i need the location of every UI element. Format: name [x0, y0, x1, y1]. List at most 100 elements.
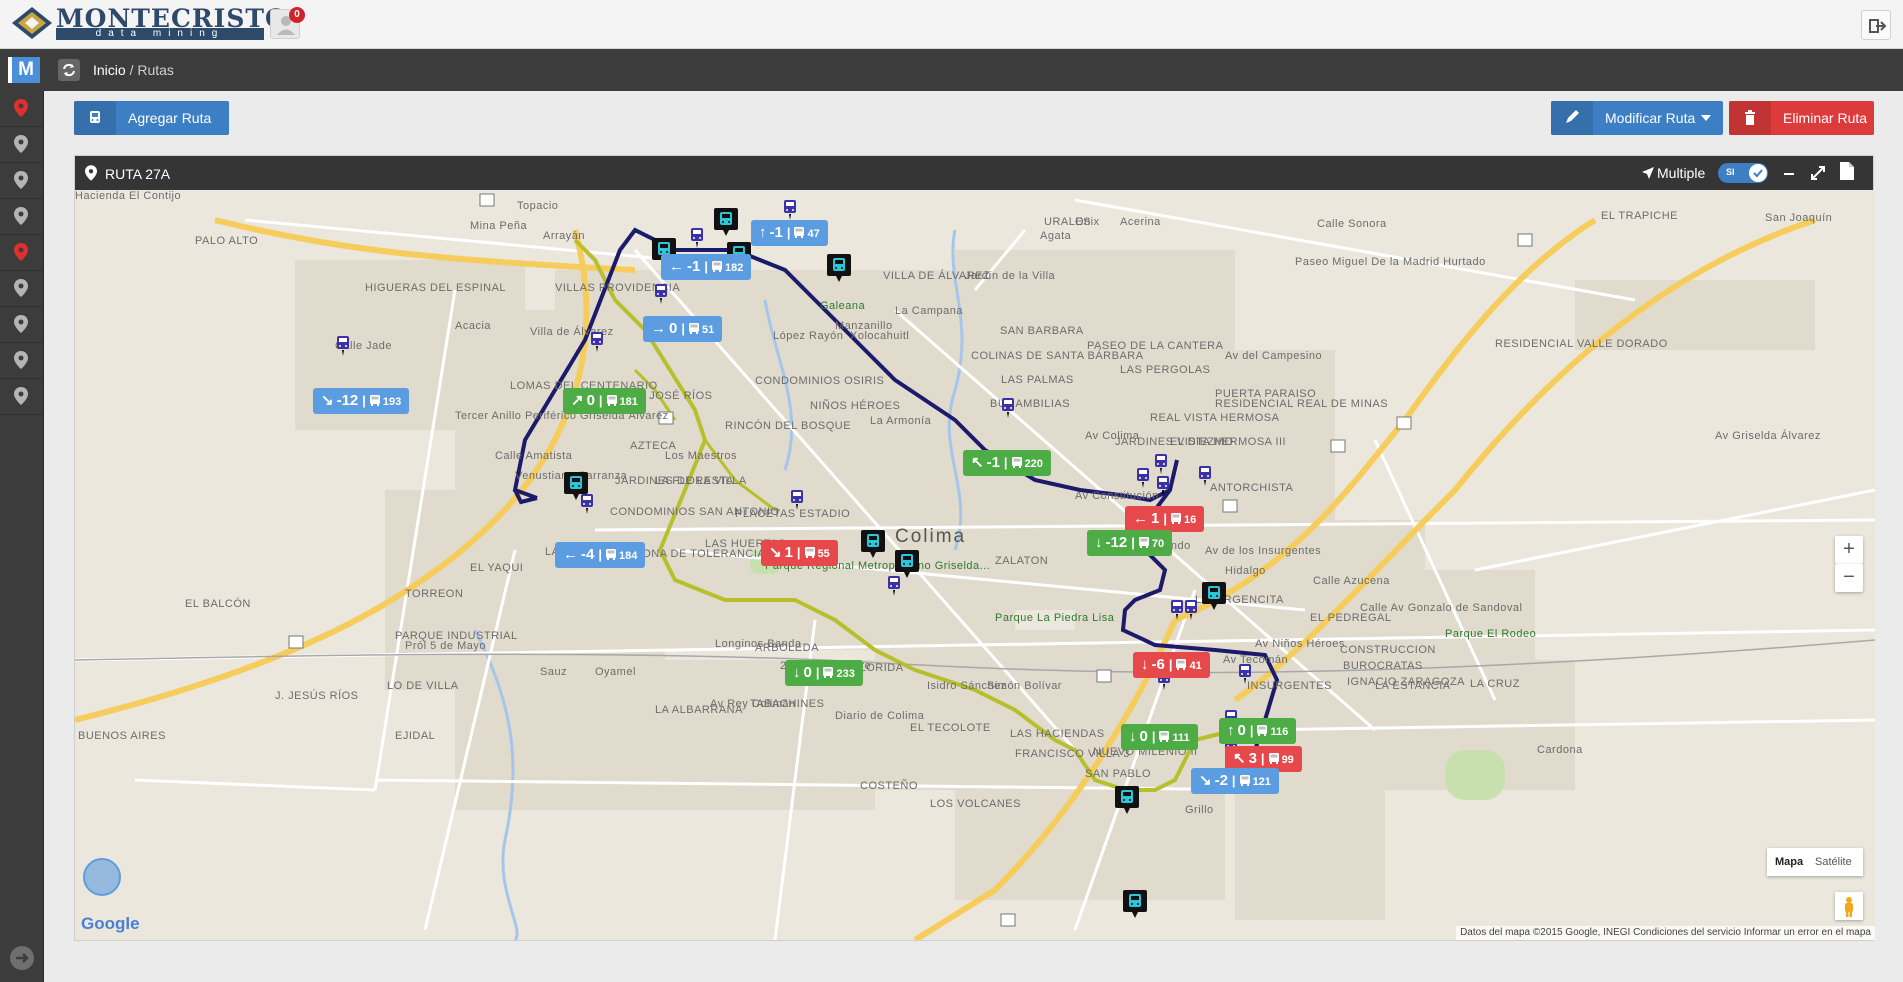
modify-route-button[interactable]: Modificar Ruta [1551, 101, 1723, 135]
sidebar-item-6[interactable] [0, 271, 44, 307]
map-place-label: Av Rey Colimán [710, 698, 796, 710]
direction-arrow-icon: ↘ [1199, 772, 1212, 789]
sidebar-item-2[interactable] [0, 127, 44, 163]
route-stop-tag[interactable]: ↓ -6 | 41 [1133, 652, 1210, 678]
logo[interactable]: MONTECRISTO data mining [12, 6, 287, 40]
pegman-icon [1845, 897, 1853, 917]
map-place-label: Av del Campesino [1225, 350, 1323, 362]
map-place-label: HIGUERAS DEL ESPINAL [365, 282, 507, 294]
route-stop-tag[interactable]: ↘ 1 | 55 [761, 540, 838, 566]
map-place-label: Av Colima [1085, 430, 1140, 442]
bus-stop-marker[interactable] [1115, 786, 1139, 814]
direction-arrow-icon: ↑ [1227, 722, 1235, 739]
route-stop-tag[interactable]: ↓ 0 | 111 [1121, 724, 1198, 750]
document-button[interactable] [1839, 161, 1855, 181]
bus-stop-marker[interactable] [1202, 582, 1226, 610]
trash-icon [1729, 101, 1771, 135]
map-place-label: Av Constitución [1075, 490, 1159, 502]
sidebar-item-8[interactable] [0, 343, 44, 379]
bus-stop-marker[interactable] [861, 530, 885, 558]
bus-position-pin[interactable] [1135, 468, 1151, 488]
breadcrumb-home[interactable]: Inicio [93, 62, 126, 78]
map-type-map[interactable]: Mapa [1775, 856, 1803, 868]
bus-position-pin[interactable] [1237, 664, 1253, 684]
logout-button[interactable] [1861, 10, 1891, 40]
map-place-label: BUENOS AIRES [78, 730, 166, 742]
tag-count: 121 [1252, 776, 1271, 788]
caret-down-icon [1701, 115, 1711, 121]
bus-position-pin[interactable] [789, 490, 805, 510]
route-stop-tag[interactable]: ↗ 0 | 181 [563, 388, 646, 414]
route-stop-tag[interactable]: ↑ 0 | 116 [1219, 718, 1297, 744]
sidebar-item-1[interactable] [0, 91, 44, 127]
route-stop-tag[interactable]: ↘ -12 | 193 [313, 388, 410, 414]
zoom-out-button[interactable]: − [1835, 564, 1863, 592]
route-stop-tag[interactable]: ↓ -12 | 70 [1087, 530, 1173, 556]
route-stop-tag[interactable]: ↘ -2 | 121 [1191, 768, 1279, 794]
refresh-button[interactable] [58, 59, 80, 81]
bus-stop-marker[interactable] [895, 550, 919, 578]
menu-toggle-button[interactable]: M [8, 57, 40, 83]
route-stop-tag[interactable]: ↓ 0 | 233 [785, 660, 863, 686]
map-place-label: REAL VISTA HERMOSA [1150, 412, 1280, 424]
route-stop-tag[interactable]: ← -1 | 182 [661, 254, 752, 280]
map-place-label: TORREON [405, 588, 464, 600]
route-title: RUTA 27A [105, 166, 171, 182]
tag-count: 55 [817, 548, 830, 560]
map-attribution[interactable]: Datos del mapa ©2015 Google, INEGI Condi… [1456, 926, 1875, 940]
bus-position-pin[interactable] [782, 200, 798, 220]
route-stop-tag[interactable]: ← -4 | 184 [555, 542, 646, 568]
bus-position-pin[interactable] [689, 228, 705, 248]
sidebar-item-4[interactable] [0, 199, 44, 235]
tag-count: 220 [1024, 458, 1043, 470]
bus-stop-marker[interactable] [714, 208, 738, 236]
modify-route-label: Modificar Ruta [1605, 110, 1696, 126]
bus-position-pin[interactable] [335, 336, 351, 356]
breadcrumb-bar: M Inicio / Rutas [0, 49, 1903, 91]
bus-position-pin[interactable] [886, 576, 902, 596]
tag-count: 99 [1281, 754, 1294, 766]
multiple-toggle[interactable]: SI [1718, 163, 1768, 183]
sidebar-item-5[interactable] [0, 235, 44, 271]
bus-stop-marker[interactable] [827, 254, 851, 282]
map-marker-icon [85, 165, 97, 181]
route-map[interactable]: Mina Peña PALO ALTO HIGUERAS DEL ESPINAL VI… [75, 190, 1875, 940]
bus-position-pin[interactable] [1155, 476, 1171, 496]
file-icon [1840, 162, 1854, 180]
sidebar-item-7[interactable] [0, 307, 44, 343]
route-stop-tag[interactable]: ↑ -1 | 47 [751, 220, 828, 246]
bus-icon [605, 546, 616, 563]
breadcrumb: Inicio / Rutas [93, 62, 174, 78]
sidebar-item-3[interactable] [0, 163, 44, 199]
delete-route-button[interactable]: Eliminar Ruta [1729, 101, 1874, 135]
sidebar-expand-button[interactable] [10, 946, 34, 970]
bus-position-pin[interactable] [579, 494, 595, 514]
minimize-button[interactable] [1781, 166, 1797, 182]
map-marker-icon [14, 207, 28, 225]
bus-position-pin[interactable] [653, 284, 669, 304]
bus-stop-marker[interactable] [1123, 890, 1147, 918]
route-stop-tag[interactable]: → 0 | 51 [643, 316, 723, 342]
bus-position-pin[interactable] [1197, 466, 1213, 486]
route-stop-tag[interactable]: ← 1 | 16 [1125, 506, 1205, 532]
bus-position-pin[interactable] [1153, 454, 1169, 474]
notification-badge: 0 [289, 7, 305, 23]
tag-delta: -1 [687, 258, 701, 275]
add-route-label: Agregar Ruta [128, 110, 212, 126]
tag-delta: 0 [1237, 722, 1246, 739]
map-place-label: La Campana [895, 305, 963, 317]
direction-arrow-icon: ↘ [769, 544, 782, 561]
route-stop-tag[interactable]: ↖ -1 | 220 [963, 450, 1051, 476]
street-view-button[interactable] [1835, 892, 1863, 920]
add-route-button[interactable]: Agregar Ruta [74, 101, 229, 135]
sidebar-item-9[interactable] [0, 379, 44, 415]
bus-position-pin[interactable] [1000, 398, 1016, 418]
bus-position-pin[interactable] [1183, 600, 1199, 620]
zoom-in-button[interactable]: + [1835, 536, 1863, 564]
arrow-right-icon [16, 953, 29, 963]
bus-position-pin[interactable] [589, 332, 605, 352]
location-arrow-icon [1642, 167, 1654, 179]
map-type-satellite[interactable]: Satélite [1815, 856, 1852, 868]
fullscreen-button[interactable] [1810, 165, 1826, 181]
map-marker-icon [14, 279, 28, 297]
